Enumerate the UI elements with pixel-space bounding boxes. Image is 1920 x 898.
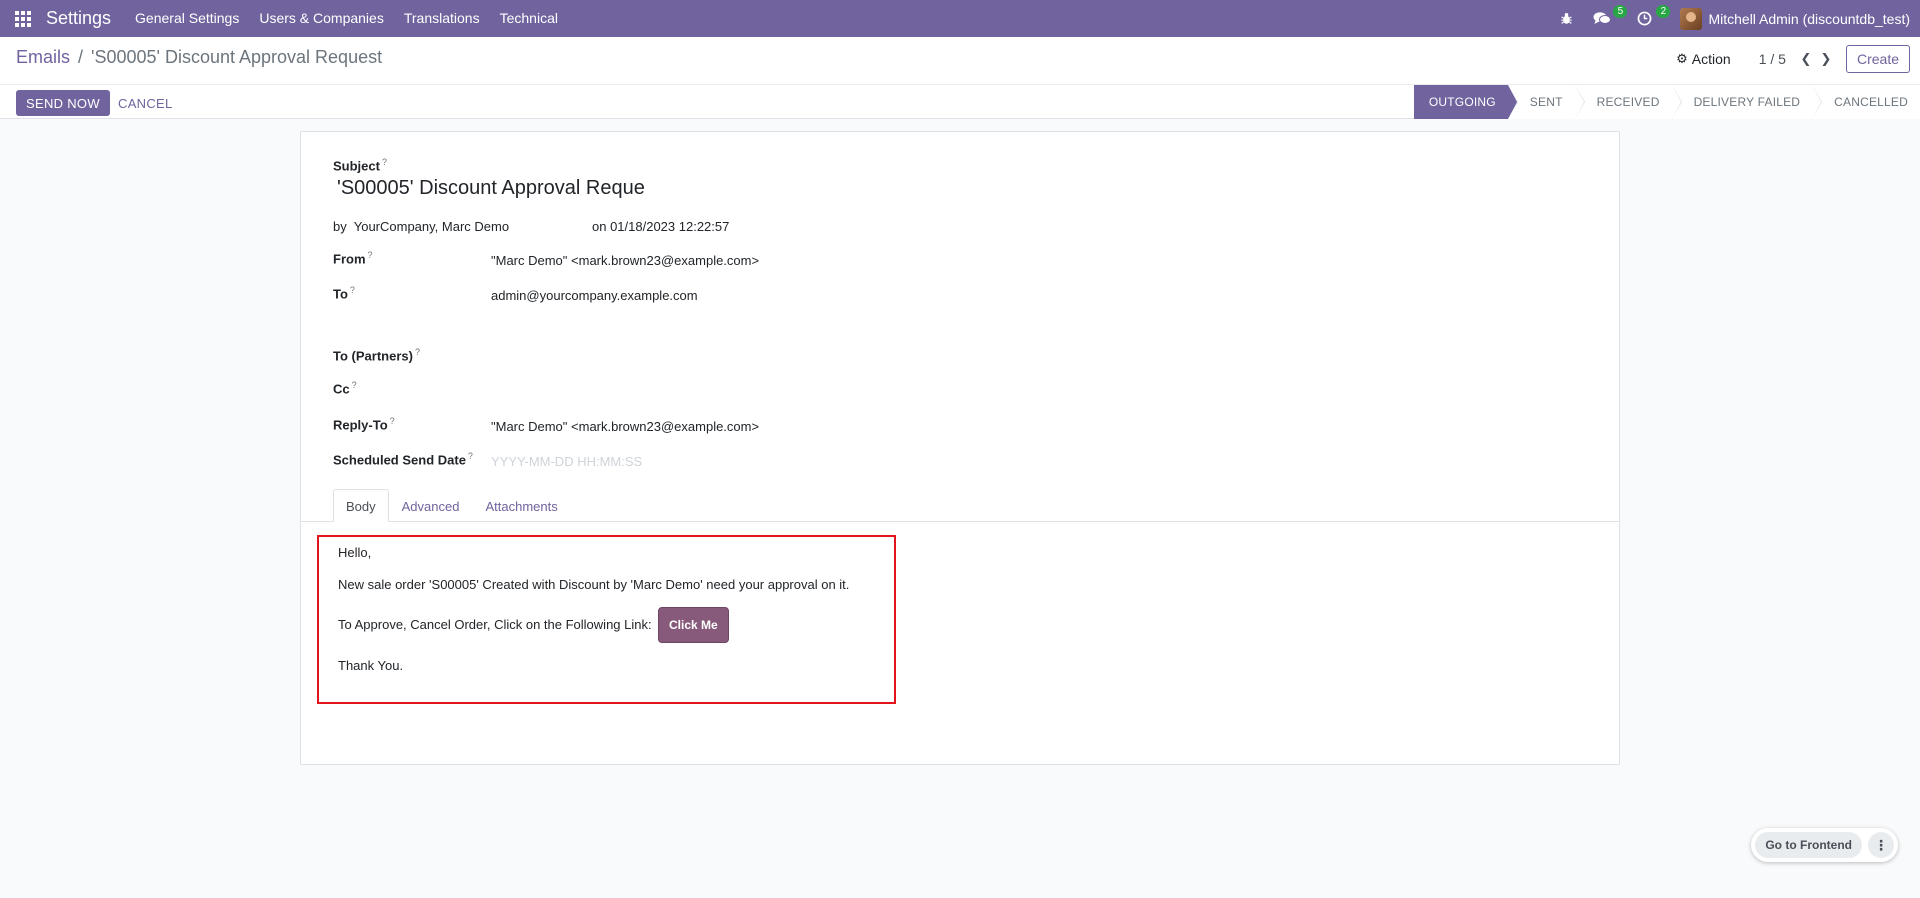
status-delivery-failed[interactable]: DELIVERY FAILED	[1671, 85, 1822, 119]
cc-field[interactable]	[491, 380, 991, 398]
gear-icon: ⚙	[1676, 51, 1688, 66]
cancel-button[interactable]: CANCEL	[108, 90, 183, 116]
help-tooltip-icon[interactable]: ?	[390, 416, 395, 426]
frontend-widget: Go to Frontend ⋮	[1751, 828, 1898, 862]
subject-field[interactable]: 'S00005' Discount Approval Reque	[337, 177, 645, 200]
email-body-editor[interactable]: Hello, New sale order 'S00005' Created w…	[317, 535, 896, 704]
status-received[interactable]: RECEIVED	[1574, 85, 1682, 119]
scheduled-date-label: Scheduled Send Date?	[333, 451, 473, 468]
reply-to-label: Reply-To?	[333, 416, 395, 433]
body-greeting: Hello,	[338, 545, 372, 560]
user-avatar[interactable]	[1680, 7, 1703, 30]
apps-menu-icon[interactable]	[0, 0, 46, 37]
help-tooltip-icon[interactable]: ?	[352, 380, 357, 390]
pager-previous-icon[interactable]: ❮	[1796, 51, 1816, 67]
date-line: on 01/18/2023 12:22:57	[592, 219, 730, 234]
tab-advanced[interactable]: Advanced	[389, 489, 473, 522]
action-menu-button[interactable]: ⚙ Action	[1676, 51, 1731, 67]
help-tooltip-icon[interactable]: ?	[382, 157, 387, 167]
from-label: From?	[333, 250, 373, 267]
top-navbar: Settings General Settings Users & Compan…	[0, 0, 1920, 37]
author-line: by YourCompany, Marc Demo	[333, 219, 509, 234]
click-me-button[interactable]: Click Me	[658, 607, 729, 643]
app-title[interactable]: Settings	[46, 8, 111, 29]
menu-users-companies[interactable]: Users & Companies	[249, 0, 394, 37]
status-outgoing[interactable]: OUTGOING	[1413, 85, 1518, 119]
form-sheet: Subject? 'S00005' Discount Approval Requ…	[300, 131, 1620, 765]
pager-value[interactable]: 1 / 5	[1759, 51, 1786, 67]
to-partners-field[interactable]	[491, 347, 991, 365]
messages-chat-icon[interactable]: 5	[1583, 0, 1628, 37]
menu-translations[interactable]: Translations	[394, 0, 490, 37]
control-panel: Emails / 'S00005' Discount Approval Requ…	[0, 37, 1920, 119]
body-line-1: New sale order 'S00005' Created with Dis…	[338, 577, 850, 592]
body-closing: Thank You.	[338, 658, 404, 673]
messages-count-badge: 5	[1613, 5, 1628, 18]
menu-technical[interactable]: Technical	[490, 0, 568, 37]
to-label: To?	[333, 285, 355, 302]
notebook-tabs: Body Advanced Attachments	[333, 489, 571, 522]
create-button[interactable]: Create	[1845, 45, 1910, 73]
by-prefix: by	[333, 219, 347, 234]
help-tooltip-icon[interactable]: ?	[368, 250, 373, 260]
form-header: SEND NOW CANCEL OUTGOING SENT RECEIVED D…	[0, 84, 1920, 119]
help-tooltip-icon[interactable]: ?	[468, 451, 473, 461]
activities-count-badge: 2	[1656, 5, 1671, 18]
scheduled-date-field[interactable]: YYYY-MM-DD HH:MM:SS	[491, 454, 642, 469]
body-line-2: To Approve, Cancel Order, Click on the F…	[338, 617, 652, 632]
go-to-frontend-button[interactable]: Go to Frontend	[1755, 832, 1862, 858]
subject-label: Subject?	[333, 157, 387, 174]
debug-bug-icon[interactable]	[1550, 0, 1583, 37]
status-sent[interactable]: SENT	[1507, 85, 1585, 119]
breadcrumb-separator: /	[78, 47, 84, 67]
author-value[interactable]: YourCompany, Marc Demo	[354, 219, 509, 234]
status-cancelled[interactable]: CANCELLED	[1812, 85, 1920, 119]
user-menu[interactable]: Mitchell Admin (discountdb_test)	[1708, 11, 1910, 27]
menu-general-settings[interactable]: General Settings	[125, 0, 249, 37]
to-partners-label: To (Partners)?	[333, 347, 420, 364]
breadcrumb: Emails / 'S00005' Discount Approval Requ…	[16, 47, 382, 68]
activities-clock-icon[interactable]: 2	[1627, 0, 1671, 37]
breadcrumb-emails-link[interactable]: Emails	[16, 47, 70, 68]
to-field[interactable]: admin@yourcompany.example.com	[491, 288, 698, 303]
cc-label: Cc?	[333, 380, 357, 397]
status-bar: OUTGOING SENT RECEIVED DELIVERY FAILED C…	[1413, 85, 1920, 119]
send-now-button[interactable]: SEND NOW	[16, 90, 110, 116]
action-label: Action	[1691, 51, 1731, 67]
tab-body[interactable]: Body	[333, 489, 389, 522]
from-field[interactable]: "Marc Demo" <mark.brown23@example.com>	[491, 253, 759, 268]
help-tooltip-icon[interactable]: ?	[350, 285, 355, 295]
more-options-icon[interactable]: ⋮	[1868, 832, 1894, 858]
reply-to-field[interactable]: "Marc Demo" <mark.brown23@example.com>	[491, 419, 759, 434]
breadcrumb-current: 'S00005' Discount Approval Request	[91, 47, 383, 67]
tab-attachments[interactable]: Attachments	[472, 489, 570, 522]
help-tooltip-icon[interactable]: ?	[415, 347, 420, 357]
pager-next-icon[interactable]: ❯	[1816, 51, 1836, 67]
